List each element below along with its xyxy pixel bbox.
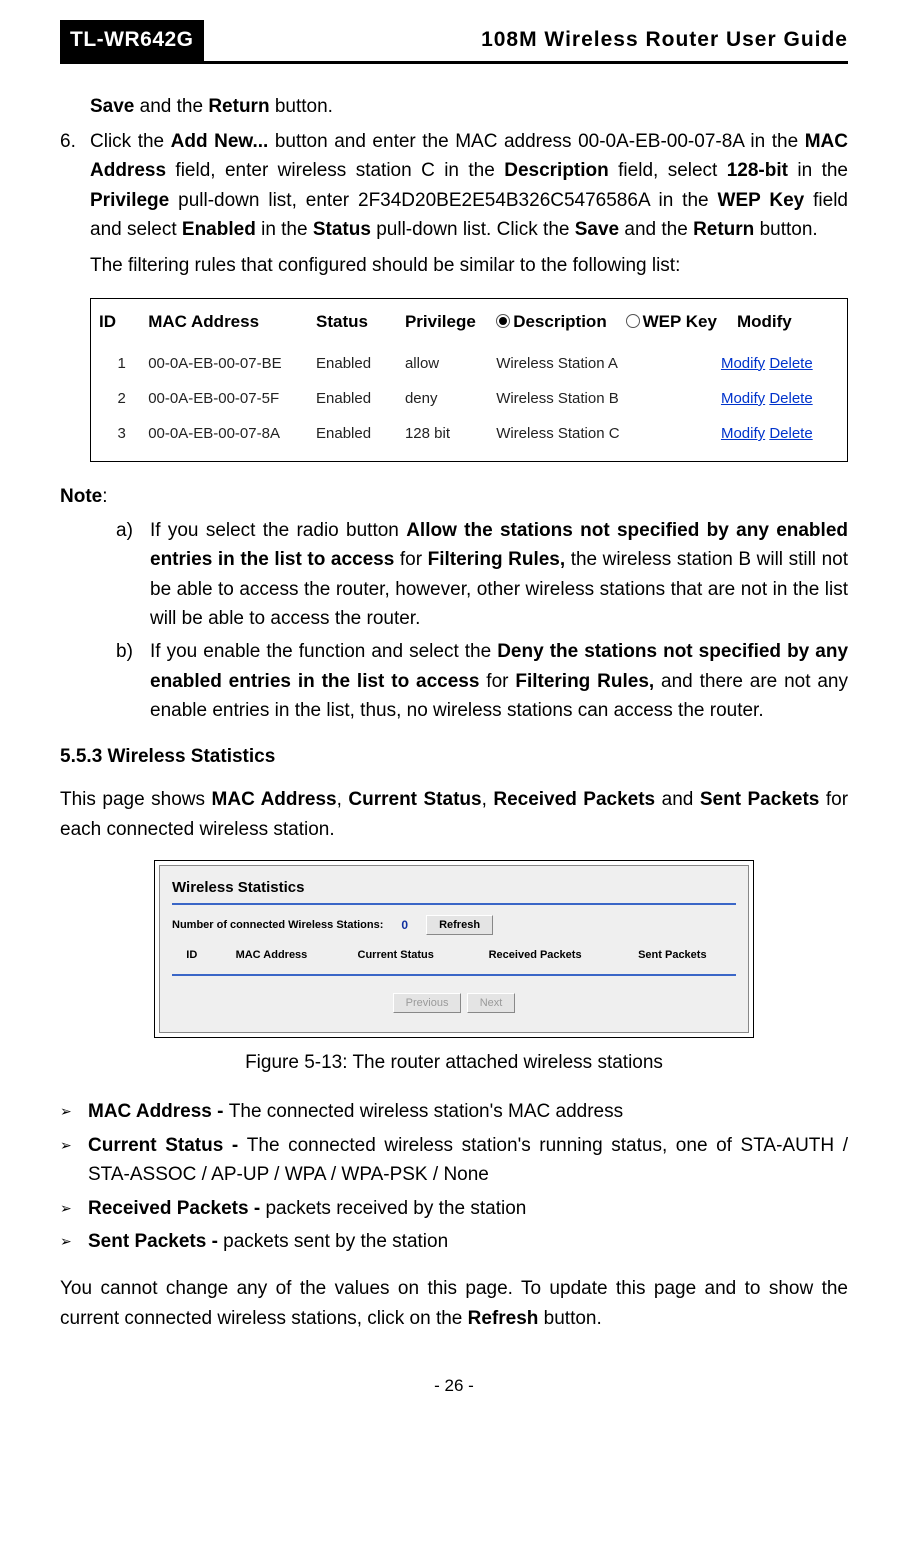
list-item: ➢ Current Status - The connected wireles…	[60, 1131, 848, 1190]
return-word: Return	[208, 96, 269, 117]
wstats-col-rx: Received Packets	[489, 947, 608, 964]
filter-table-figure: ID MAC Address Status Privilege Descript…	[90, 298, 848, 462]
refresh-button[interactable]: Refresh	[426, 915, 493, 935]
step-number: 6.	[60, 127, 90, 286]
page-number: - 26 -	[60, 1373, 848, 1399]
model-badge: TL-WR642G	[60, 20, 204, 61]
step-6-followup: The filtering rules that configured shou…	[90, 251, 848, 280]
wstats-count-label: Number of connected Wireless Stations:	[172, 917, 383, 934]
table-row: 1 00-0A-EB-00-07-BE Enabled allow Wirele…	[97, 346, 841, 381]
note-b: b) If you enable the function and select…	[116, 637, 848, 725]
modify-link[interactable]: Modify	[721, 355, 765, 372]
page-header: TL-WR642G 108M Wireless Router User Guid…	[60, 20, 848, 64]
step-6-text: Click the Add New... button and enter th…	[90, 127, 848, 245]
note-a-label: a)	[116, 516, 150, 634]
col-modify: Modify	[719, 305, 841, 345]
col-description: Description WEP Key	[494, 305, 719, 345]
bullet-icon: ➢	[60, 1227, 88, 1256]
divider	[172, 903, 736, 905]
step-list: 6. Click the Add New... button and enter…	[60, 127, 848, 286]
section-intro: This page shows MAC Address, Current Sta…	[60, 785, 848, 844]
wstats-count-value: 0	[401, 916, 408, 935]
save-word: Save	[90, 96, 134, 117]
header-title: 108M Wireless Router User Guide	[204, 20, 848, 61]
section-heading: 5.5.3 Wireless Statistics	[60, 742, 848, 771]
field-list: ➢ MAC Address - The connected wireless s…	[60, 1097, 848, 1256]
closing-paragraph: You cannot change any of the values on t…	[60, 1274, 848, 1333]
table-row: 2 00-0A-EB-00-07-5F Enabled deny Wireles…	[97, 381, 841, 416]
wstats-headers: ID MAC Address Current Status Received P…	[172, 947, 736, 972]
list-item: ➢ Received Packets - packets received by…	[60, 1194, 848, 1223]
divider	[172, 974, 736, 976]
step-6: 6. Click the Add New... button and enter…	[60, 127, 848, 286]
col-status: Status	[314, 305, 403, 345]
bullet-icon: ➢	[60, 1194, 88, 1223]
note-label: Note:	[60, 482, 848, 511]
modify-link[interactable]: Modify	[721, 390, 765, 407]
wireless-stats-figure: Wireless Statistics Number of connected …	[154, 860, 754, 1038]
filter-table: ID MAC Address Status Privilege Descript…	[97, 305, 841, 451]
list-item: ➢ MAC Address - The connected wireless s…	[60, 1097, 848, 1126]
figure-caption: Figure 5-13: The router attached wireles…	[60, 1048, 848, 1077]
delete-link[interactable]: Delete	[769, 390, 812, 407]
wstats-col-status: Current Status	[358, 947, 459, 964]
list-item: ➢ Sent Packets - packets sent by the sta…	[60, 1227, 848, 1256]
radio-description[interactable]	[496, 314, 510, 328]
note-b-label: b)	[116, 637, 150, 725]
col-mac: MAC Address	[146, 305, 314, 345]
wstats-title: Wireless Statistics	[172, 876, 736, 899]
col-privilege: Privilege	[403, 305, 494, 345]
filter-header-row: ID MAC Address Status Privilege Descript…	[97, 305, 841, 345]
wstats-col-tx: Sent Packets	[638, 947, 730, 964]
bullet-icon: ➢	[60, 1131, 88, 1190]
note-a: a) If you select the radio button Allow …	[116, 516, 848, 634]
note-list: a) If you select the radio button Allow …	[116, 516, 848, 726]
next-button[interactable]: Next	[467, 993, 516, 1013]
radio-wepkey[interactable]	[626, 314, 640, 328]
col-id: ID	[97, 305, 146, 345]
table-row: 3 00-0A-EB-00-07-8A Enabled 128 bit Wire…	[97, 416, 841, 451]
intro-line: Save and the Return button.	[90, 92, 848, 121]
delete-link[interactable]: Delete	[769, 355, 812, 372]
wstats-col-mac: MAC Address	[236, 947, 328, 964]
bullet-icon: ➢	[60, 1097, 88, 1126]
previous-button[interactable]: Previous	[393, 993, 462, 1013]
delete-link[interactable]: Delete	[769, 425, 812, 442]
modify-link[interactable]: Modify	[721, 425, 765, 442]
wstats-col-id: ID	[178, 947, 206, 964]
